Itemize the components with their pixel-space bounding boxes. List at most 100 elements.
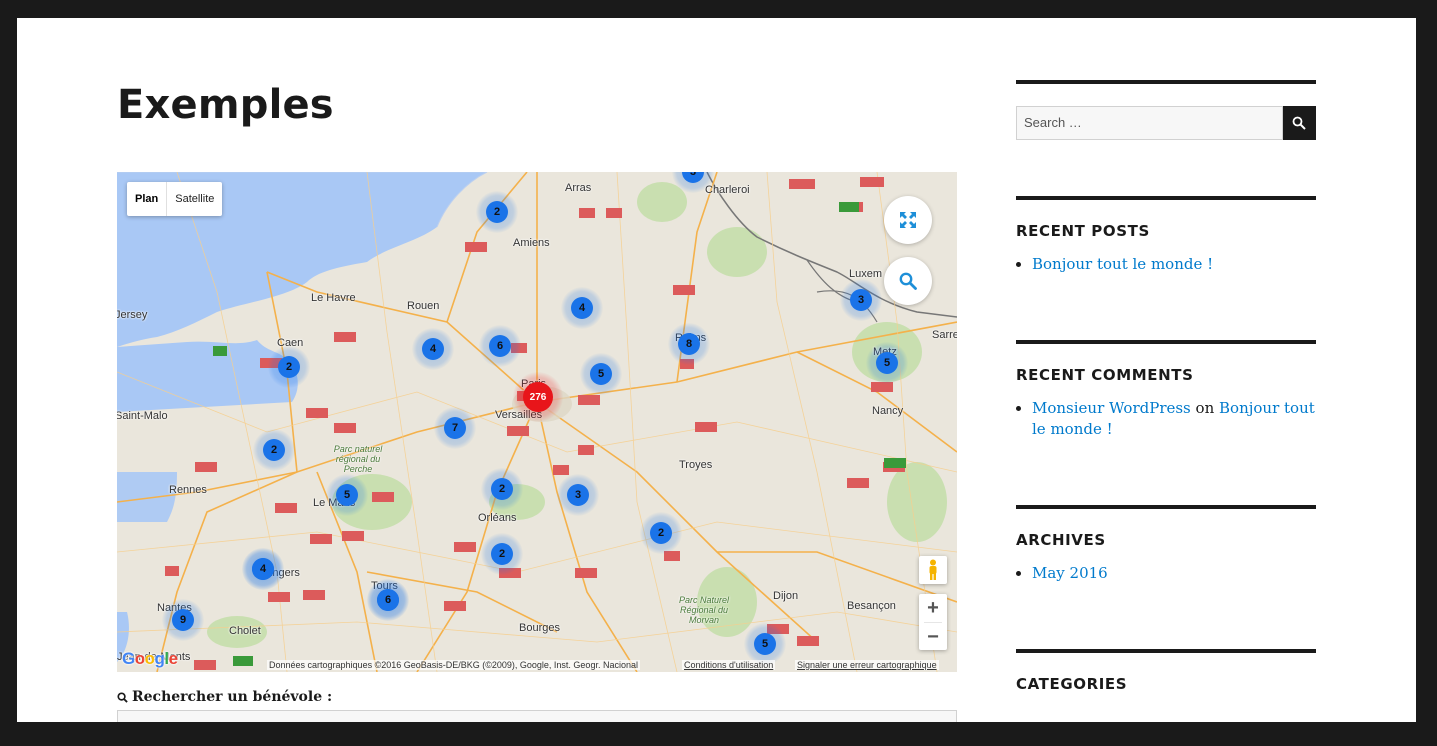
map-city-label: Le Havre — [311, 292, 356, 304]
report-error-link[interactable]: Signaler une erreur cartographique — [795, 660, 939, 670]
cluster-count: 2 — [491, 543, 513, 565]
cluster-count: 5 — [336, 484, 358, 506]
cluster-count: 7 — [444, 417, 466, 439]
search-icon — [899, 272, 917, 290]
cluster-count: 8 — [678, 333, 700, 355]
map-city-label: Parc naturel régional du Perche — [333, 444, 383, 474]
map-city-label: Jersey — [117, 309, 148, 321]
map-cluster-marker[interactable]: 2 — [268, 346, 310, 388]
cluster-count: 2 — [486, 201, 508, 223]
archive-link[interactable]: May 2016 — [1032, 564, 1108, 582]
comment-author-link[interactable]: Monsieur WordPress — [1032, 399, 1191, 417]
map-city-label: Rouen — [407, 300, 440, 312]
map-cluster-marker[interactable]: 2 — [481, 468, 523, 510]
zoom-control: + − — [919, 594, 947, 650]
street-view-pegman[interactable] — [919, 556, 947, 584]
map-type-satellite[interactable]: Satellite — [166, 182, 222, 216]
cluster-count: 9 — [172, 609, 194, 631]
list-item: Monsieur WordPress on Bonjour tout le mo… — [1032, 398, 1316, 440]
fullscreen-icon — [900, 212, 916, 228]
map-cluster-marker[interactable]: 5 — [580, 353, 622, 395]
map-city-label: Rennes — [169, 484, 207, 496]
cluster-count: 2 — [263, 439, 285, 461]
map-cluster-marker[interactable]: 6 — [479, 325, 521, 367]
widget-divider — [1016, 340, 1316, 344]
categories-widget: CATEGORIES — [1016, 649, 1316, 693]
page-content: Exemples Arras Charleroi Amiens Le Havre… — [17, 18, 1416, 722]
cluster-count: 3 — [682, 172, 704, 183]
recent-posts-widget: RECENT POSTS Bonjour tout le monde ! — [1016, 196, 1316, 275]
archives-title: ARCHIVES — [1016, 531, 1106, 549]
volunteer-search-label: Rechercher un bénévole : — [117, 689, 332, 705]
terms-link[interactable]: Conditions d'utilisation — [682, 660, 776, 670]
volunteer-search-text: Rechercher un bénévole : — [132, 689, 333, 705]
post-link[interactable]: Bonjour tout le monde ! — [1032, 255, 1213, 273]
map-cluster-marker[interactable]: 4 — [242, 548, 284, 590]
volunteer-map[interactable]: ArrasCharleroiAmiensLe HavreRouenCaenRei… — [117, 172, 957, 672]
map-search-button[interactable] — [884, 257, 932, 305]
zoom-in-button[interactable]: + — [919, 594, 947, 622]
map-type-plan[interactable]: Plan — [127, 182, 166, 216]
zoom-out-button[interactable]: − — [919, 623, 947, 651]
map-cluster-marker[interactable]: 2 — [640, 512, 682, 554]
map-cluster-marker[interactable]: 4 — [412, 328, 454, 370]
map-cluster-marker[interactable]: 5 — [744, 623, 786, 665]
map-city-label: Charleroi — [705, 184, 750, 196]
cluster-count: 4 — [571, 297, 593, 319]
pegman-icon — [929, 559, 937, 580]
map-city-label: Cholet — [229, 625, 261, 637]
map-cluster-marker[interactable]: 9 — [162, 599, 204, 641]
map-city-label: Bourges — [519, 622, 560, 634]
categories-title: CATEGORIES — [1016, 675, 1128, 693]
sidebar-search-button[interactable] — [1282, 106, 1316, 140]
sidebar-search-input[interactable]: Search … — [1016, 106, 1283, 140]
volunteer-search-input[interactable] — [117, 710, 957, 722]
recent-posts-list: Bonjour tout le monde ! — [1016, 254, 1316, 275]
widget-divider — [1016, 80, 1316, 84]
fullscreen-button[interactable] — [884, 196, 932, 244]
map-cluster-marker[interactable]: 3 — [840, 279, 882, 321]
window-bottom-edge — [0, 722, 1437, 746]
comment-on-text: on — [1195, 399, 1215, 417]
map-cluster-marker[interactable]: 5 — [866, 342, 908, 384]
map-attribution: Données cartographiques ©2016 GeoBasis-D… — [267, 660, 640, 670]
google-logo: Google — [122, 649, 178, 668]
map-city-label: Amiens — [513, 237, 550, 249]
map-cluster-marker[interactable]: 2 — [476, 191, 518, 233]
map-cluster-marker[interactable]: 6 — [367, 579, 409, 621]
recent-comments-title: RECENT COMMENTS — [1016, 366, 1194, 384]
cluster-count: 4 — [252, 558, 274, 580]
page-title: Exemples — [117, 82, 334, 128]
list-item: May 2016 — [1032, 563, 1316, 584]
cluster-count: 5 — [754, 633, 776, 655]
map-city-label: Arras — [565, 182, 592, 194]
cluster-count: 2 — [278, 356, 300, 378]
sidebar-search-form: Search … — [1016, 106, 1316, 140]
map-city-label: Dijon — [773, 590, 799, 602]
search-icon — [117, 691, 128, 703]
map-cluster-marker[interactable]: 5 — [326, 474, 368, 516]
recent-comments-list: Monsieur WordPress on Bonjour tout le mo… — [1016, 398, 1316, 440]
map-cluster-marker[interactable]: 276 — [513, 372, 563, 422]
map-city-label: Troyes — [679, 459, 713, 471]
map-cluster-marker[interactable]: 8 — [668, 323, 710, 365]
map-type-control: Plan Satellite — [127, 182, 223, 216]
map-cluster-marker[interactable]: 2 — [253, 429, 295, 471]
recent-posts-title: RECENT POSTS — [1016, 222, 1150, 240]
map-city-label: Parc Naturel Régional du Morvan — [678, 595, 730, 625]
archives-widget: ARCHIVES May 2016 — [1016, 505, 1316, 584]
cluster-count: 4 — [422, 338, 444, 360]
map-city-label: Nancy — [872, 405, 904, 417]
cluster-count: 3 — [567, 484, 589, 506]
cluster-count: 5 — [590, 363, 612, 385]
cluster-count: 5 — [876, 352, 898, 374]
map-cluster-marker[interactable]: 7 — [434, 407, 476, 449]
cluster-count: 6 — [489, 335, 511, 357]
map-city-label: Sarre — [932, 329, 957, 341]
cluster-count: 276 — [523, 382, 553, 412]
cluster-count: 6 — [377, 589, 399, 611]
recent-comments-widget: RECENT COMMENTS Monsieur WordPress on Bo… — [1016, 340, 1316, 440]
map-cluster-marker[interactable]: 4 — [561, 287, 603, 329]
map-cluster-marker[interactable]: 2 — [481, 533, 523, 575]
map-cluster-marker[interactable]: 3 — [557, 474, 599, 516]
